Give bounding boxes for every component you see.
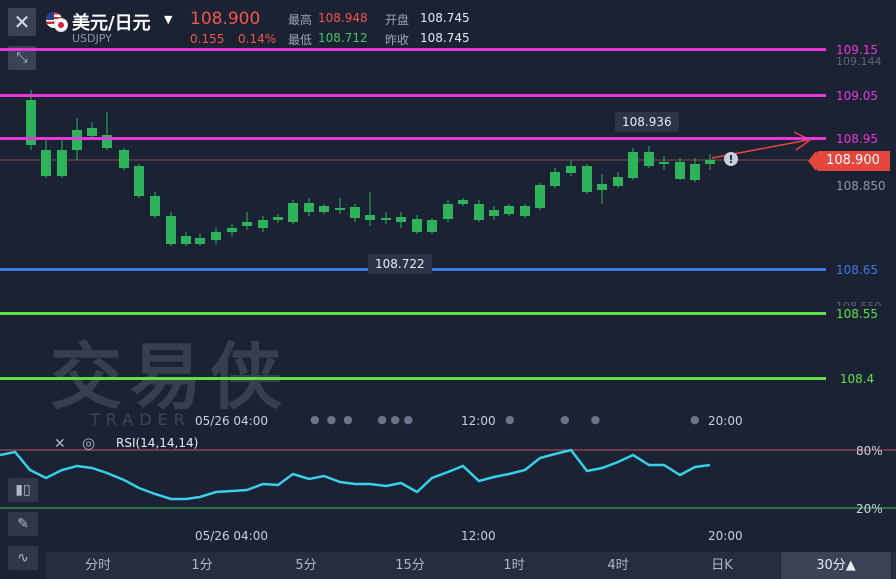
candle-body (705, 160, 715, 164)
candle-body (474, 204, 484, 220)
settings-icon[interactable]: ◎ (82, 434, 95, 452)
svg-text:!: ! (728, 153, 733, 166)
candle-body (535, 185, 545, 208)
candle-body (690, 164, 700, 180)
candle-body (396, 217, 406, 222)
candle-body (365, 215, 375, 220)
candle-body (72, 130, 82, 150)
rsi-time-label-0400: 05/26 04:00 (195, 529, 268, 543)
tab-daily[interactable]: 日K (670, 552, 774, 579)
candle-body (675, 162, 685, 179)
candle-body (350, 207, 360, 218)
candle-body (381, 218, 391, 220)
candle-body (520, 206, 530, 216)
candle-body (644, 152, 654, 166)
candle-body (41, 150, 51, 176)
level-label-108-65: 108.65 (826, 262, 888, 278)
candle-body (273, 217, 283, 220)
event-markers-3[interactable]: ● ● (560, 413, 600, 426)
level-line-108-4[interactable] (0, 377, 826, 380)
candle-body (659, 162, 669, 164)
candle-body (504, 206, 514, 214)
level-label-109-05: 109.05 (826, 88, 888, 104)
candle-body (489, 210, 499, 216)
candle-body (550, 172, 560, 186)
timeframe-tabs: 分时 1分 5分 15分 1时 4时 日K 30分▲ (46, 552, 896, 579)
candle-body (613, 177, 623, 186)
candle-body (597, 184, 607, 190)
level-label-108-95: 108.95 (826, 131, 888, 147)
candle-body (166, 216, 176, 244)
candlestick-tool-button[interactable]: ▮▯ (8, 478, 38, 502)
candle-body (211, 232, 221, 240)
time-label-2000: 20:00 (708, 414, 743, 428)
tab-fenshi[interactable]: 分时 (46, 552, 150, 579)
candle-body (628, 152, 638, 178)
candle-body (242, 222, 252, 226)
tab-5min[interactable]: 5分 (254, 552, 358, 579)
candle-body (335, 208, 345, 210)
rsi-time-label-2000: 20:00 (708, 529, 743, 543)
level-line-109-05[interactable] (0, 94, 826, 97)
candle-body (412, 219, 422, 232)
candle-body (566, 166, 576, 173)
candle-body (582, 166, 592, 192)
tab-4hour[interactable]: 4时 (566, 552, 670, 579)
candlestick-series (26, 90, 715, 246)
level-line-109-15[interactable] (0, 48, 826, 51)
time-label-1200: 12:00 (461, 414, 496, 428)
wave-chart-icon: ∿ (17, 550, 29, 566)
rsi-line (0, 448, 711, 501)
axis-tick-ghost: 109.144 (836, 55, 882, 68)
level-label-108-55: 108.55 (826, 306, 888, 322)
candle-body (258, 220, 268, 228)
candle-body (87, 128, 97, 136)
event-markers[interactable]: ● ● ● ● ● ● (310, 413, 413, 426)
rsi-title: RSI(14,14,14) (116, 436, 199, 450)
tab-15min[interactable]: 15分 (358, 552, 462, 579)
close-icon[interactable]: ✕ (54, 436, 66, 452)
level-label-108-4: 108.4 (826, 371, 888, 387)
candle-body (427, 220, 437, 232)
candle-body (181, 236, 191, 244)
candle-body (227, 228, 237, 232)
candle-body (57, 150, 67, 176)
candle-body (119, 150, 129, 168)
draw-tool-button[interactable]: ✎ (8, 512, 38, 536)
rsi-lower-label: 20% (856, 502, 883, 516)
candle-body (458, 200, 468, 204)
rsi-time-label-1200: 12:00 (461, 529, 496, 543)
pencil-icon: ✎ (17, 516, 29, 532)
time-label-0400: 05/26 04:00 (195, 414, 268, 428)
event-markers-4[interactable]: ● (690, 413, 700, 426)
candle-body (150, 196, 160, 216)
high-callout: 108.936 (615, 112, 679, 132)
rsi-upper-label: 80% (856, 444, 883, 458)
level-line-108-95[interactable] (0, 137, 826, 140)
candle-body (304, 203, 314, 212)
indicator-tool-button[interactable]: ∿ (8, 546, 38, 570)
level-line-108-55[interactable] (0, 312, 826, 315)
tab-30min[interactable]: 30分▲ (781, 552, 891, 579)
event-markers-2[interactable]: ● (505, 413, 515, 426)
candle-body (443, 204, 453, 219)
price-chart[interactable]: ! (0, 0, 896, 579)
current-price-tag: 108.900 (808, 151, 890, 171)
candlestick-icon: ▮▯ (15, 482, 31, 498)
candle-body (288, 203, 298, 222)
tab-1hour[interactable]: 1时 (462, 552, 566, 579)
tab-1min[interactable]: 1分 (150, 552, 254, 579)
axis-tick-108-850: 108.850 (836, 179, 886, 193)
low-callout: 108.722 (368, 254, 432, 274)
candle-body (319, 206, 329, 212)
candle-body (134, 166, 144, 196)
candle-body (195, 238, 205, 244)
